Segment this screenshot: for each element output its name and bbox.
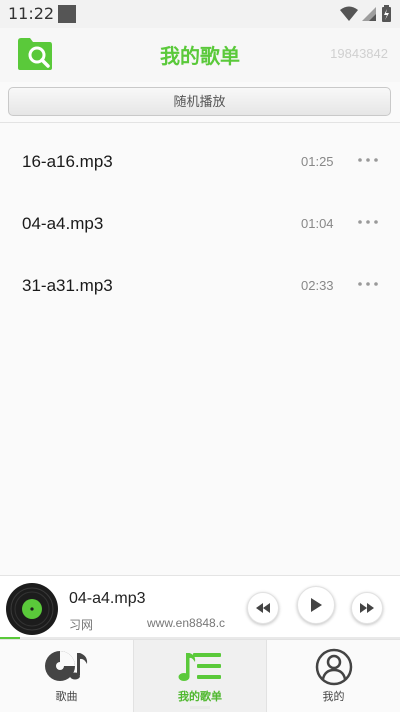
song-row[interactable]: 04-a4.mp3 01:04 <box>0 192 400 254</box>
more-options-icon[interactable] <box>357 218 379 226</box>
play-icon <box>311 598 322 612</box>
more-options-icon[interactable] <box>357 156 379 164</box>
now-playing-subtitle: 习网 www.en8848.c <box>69 616 236 634</box>
mini-player[interactable]: 04-a4.mp3 习网 www.en8848.c <box>0 575 400 640</box>
previous-button[interactable] <box>247 592 279 624</box>
tab-me[interactable]: 我的 <box>267 640 400 712</box>
song-name: 31-a31.mp3 <box>22 276 113 295</box>
song-row[interactable]: 16-a16.mp3 01:25 <box>0 130 400 192</box>
subtitle-url: www.en8848.c <box>147 616 226 630</box>
next-button[interactable] <box>351 592 383 624</box>
song-list: 16-a16.mp3 01:25 04-a4.mp3 01:04 31-a31.… <box>0 130 400 316</box>
tab-songs[interactable]: 歌曲 <box>0 640 133 712</box>
status-icons <box>340 5 391 22</box>
fast-forward-icon <box>360 603 374 613</box>
tab-my-playlist[interactable]: 我的歌单 <box>133 640 267 712</box>
disc-music-icon <box>44 651 87 681</box>
song-duration: 01:25 <box>301 154 334 169</box>
rewind-icon <box>256 603 270 613</box>
divider <box>0 122 400 123</box>
now-playing-title: 04-a4.mp3 <box>69 590 146 607</box>
nav-handle <box>190 706 210 709</box>
tab-label: 我的 <box>322 690 345 703</box>
playlist-icon <box>178 653 221 681</box>
user-icon <box>315 648 352 686</box>
vinyl-record-icon[interactable] <box>5 582 59 636</box>
song-duration: 02:33 <box>301 278 334 293</box>
play-button[interactable] <box>297 586 335 624</box>
song-name: 16-a16.mp3 <box>22 152 113 171</box>
song-name: 04-a4.mp3 <box>22 214 104 233</box>
wifi-icon <box>340 6 358 21</box>
tab-label: 歌曲 <box>55 690 78 703</box>
shuffle-play-button[interactable]: 随机播放 <box>8 87 391 116</box>
header-id-text: 19843842 <box>330 46 388 61</box>
notification-icon <box>58 5 76 23</box>
tab-label: 我的歌单 <box>178 690 222 703</box>
status-time: 11:22 <box>8 4 55 23</box>
subtitle-text: 习网 <box>69 618 94 632</box>
song-row[interactable]: 31-a31.mp3 02:33 <box>0 254 400 316</box>
more-options-icon[interactable] <box>357 280 379 288</box>
bottom-tab-bar: 歌曲 我的歌单 我的 <box>0 639 400 712</box>
app-header: 我的歌单 19843842 <box>0 28 400 82</box>
status-bar: 11:22 <box>0 0 400 28</box>
song-duration: 01:04 <box>301 216 334 231</box>
